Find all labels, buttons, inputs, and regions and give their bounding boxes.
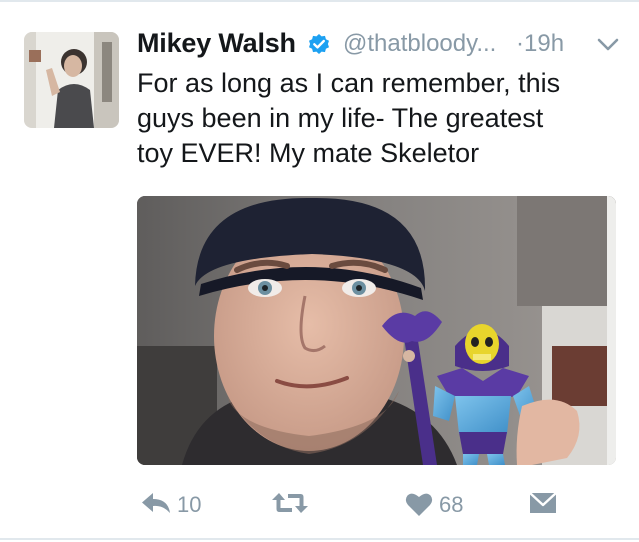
author-handle[interactable]: @thatbloody... bbox=[343, 30, 496, 58]
top-divider bbox=[0, 0, 639, 2]
tweet-header: Mikey Walsh @thatbloody... ·19h bbox=[137, 28, 627, 62]
reply-button[interactable]: 10 bbox=[141, 487, 211, 521]
author-name[interactable]: Mikey Walsh bbox=[137, 28, 296, 59]
tweet-actions: 10 68 bbox=[137, 487, 617, 521]
envelope-icon bbox=[529, 492, 557, 513]
verified-badge-icon bbox=[307, 33, 331, 57]
tweet-text: For as long as I can remember, this guys… bbox=[137, 66, 627, 171]
like-count: 68 bbox=[439, 492, 464, 517]
bottom-divider bbox=[0, 538, 639, 540]
tweet-text-line: For as long as I can remember, this bbox=[137, 68, 561, 98]
chevron-down-icon[interactable] bbox=[597, 38, 619, 52]
tweet-timestamp[interactable]: ·19h bbox=[516, 30, 564, 58]
retweet-button[interactable] bbox=[271, 487, 311, 521]
direct-message-button[interactable] bbox=[529, 487, 559, 521]
retweet-icon bbox=[272, 493, 308, 513]
avatar[interactable] bbox=[24, 32, 119, 128]
heart-icon bbox=[405, 493, 433, 516]
tweet-text-line: toy EVER! My mate Skeletor bbox=[137, 138, 480, 168]
like-button[interactable]: 68 bbox=[405, 487, 477, 521]
reply-arrow-icon bbox=[142, 493, 170, 513]
tweet-text-line: guys been in my life- The greatest bbox=[137, 103, 544, 133]
tweet-photo[interactable] bbox=[137, 196, 616, 465]
reply-count: 10 bbox=[177, 492, 202, 517]
